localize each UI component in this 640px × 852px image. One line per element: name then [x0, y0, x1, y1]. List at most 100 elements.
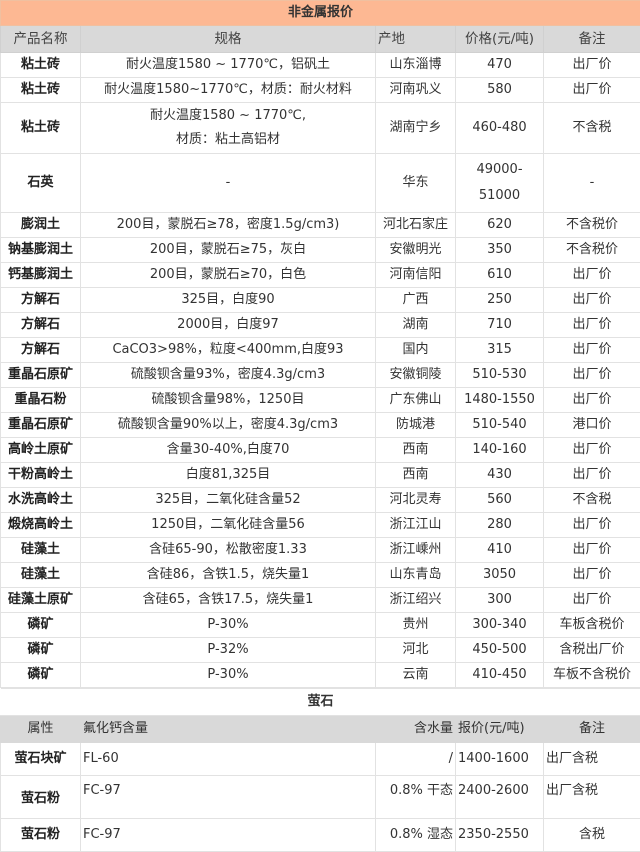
- product-name: 重晶石原矿: [1, 413, 81, 438]
- table-row: 石英-华东49000-51000-: [1, 154, 640, 213]
- price: 350: [456, 238, 544, 263]
- origin: 安徽铜陵: [376, 363, 456, 388]
- spec: 200目，蒙脱石≥75，灰白: [81, 238, 376, 263]
- nonmetal-price-table: 非金属报价 产品名称 规格 产地 价格(元/吨) 备注 粘土砖耐火温度1580 …: [0, 0, 640, 688]
- price: 580: [456, 78, 544, 103]
- spec: 含硅86，含铁1.5，烧失量1: [81, 563, 376, 588]
- table-row: 重晶石原矿硫酸钡含量90%以上，密度4.3g/cm3防城港510-540港口价: [1, 413, 640, 438]
- price: 450-500: [456, 638, 544, 663]
- product-name: 硅藻土: [1, 538, 81, 563]
- note: 出厂价: [544, 538, 640, 563]
- table-row: 重晶石原矿硫酸钡含量93%，密度4.3g/cm3安徽铜陵510-530出厂价: [1, 363, 640, 388]
- origin: 山东淄博: [376, 53, 456, 78]
- spec: 含硅65-90，松散密度1.33: [81, 538, 376, 563]
- spec: 含量30-40%,白度70: [81, 438, 376, 463]
- fluorite-header-row: 属性 氟化钙含量 含水量 报价(元/吨) 备注: [1, 716, 640, 743]
- table-row: 膨润土200目，蒙脱石≥78，密度1.5g/cm3)河北石家庄620不含税价: [1, 213, 640, 238]
- spec: CaCO3>98%，粒度<400mm,白度93: [81, 338, 376, 363]
- spec: 200目，蒙脱石≥78，密度1.5g/cm3): [81, 213, 376, 238]
- product-name: 钙基膨润土: [1, 263, 81, 288]
- origin: 山东青岛: [376, 563, 456, 588]
- origin: 国内: [376, 338, 456, 363]
- spec: P-30%: [81, 663, 376, 688]
- table-row: 磷矿P-30%贵州300-340车板含税价: [1, 613, 640, 638]
- table-row: 粘土砖耐火温度1580 ~ 1770℃,材质：粘土高铝材湖南宁乡460-480不…: [1, 103, 640, 154]
- table-title: 非金属报价: [1, 1, 640, 26]
- price: 510-530: [456, 363, 544, 388]
- table-row: 萤石粉FC-970.8% 干态2400-2600出厂含税: [1, 776, 640, 819]
- origin: 浙江江山: [376, 513, 456, 538]
- price: 460-480: [456, 103, 544, 154]
- price: 49000-51000: [456, 154, 544, 213]
- price: 315: [456, 338, 544, 363]
- product-name: 水洗高岭土: [1, 488, 81, 513]
- origin: 广东佛山: [376, 388, 456, 413]
- fluorite-header-water: 含水量: [376, 716, 456, 743]
- note: 出厂价: [544, 263, 640, 288]
- price: 470: [456, 53, 544, 78]
- water-content: /: [376, 743, 456, 776]
- note: 含税: [544, 819, 640, 852]
- note: 出厂价: [544, 463, 640, 488]
- fluorite-header-price: 报价(元/吨): [456, 716, 544, 743]
- product-name: 干粉高岭土: [1, 463, 81, 488]
- fluorite-title: 萤石: [1, 689, 640, 716]
- spec: P-32%: [81, 638, 376, 663]
- spec: 325目，白度90: [81, 288, 376, 313]
- spec: 耐火温度1580 ~ 1770℃,材质：粘土高铝材: [81, 103, 376, 154]
- table-title-row: 非金属报价: [1, 1, 640, 26]
- product-name: 膨润土: [1, 213, 81, 238]
- note: 出厂价: [544, 53, 640, 78]
- product-name: 磷矿: [1, 638, 81, 663]
- table-row: 萤石粉FC-970.8% 湿态2350-2550含税: [1, 819, 640, 852]
- note: 车板不含税价: [544, 663, 640, 688]
- product-name: 钠基膨润土: [1, 238, 81, 263]
- spec: 硫酸钡含量98%，1250目: [81, 388, 376, 413]
- product-name: 粘土砖: [1, 103, 81, 154]
- origin: 华东: [376, 154, 456, 213]
- product-name: 粘土砖: [1, 78, 81, 103]
- table-row: 硅藻土含硅65-90，松散密度1.33浙江嵊州410出厂价: [1, 538, 640, 563]
- table-row: 钙基膨润土200目，蒙脱石≥70，白色河南信阳610出厂价: [1, 263, 640, 288]
- fluorite-price-table: 萤石 属性 氟化钙含量 含水量 报价(元/吨) 备注 萤石块矿FL-60/140…: [0, 688, 640, 852]
- fluorite-title-row: 萤石: [1, 689, 640, 716]
- attribute-name: 萤石粉: [1, 776, 81, 819]
- price: 430: [456, 463, 544, 488]
- spec: 硫酸钡含量93%，密度4.3g/cm3: [81, 363, 376, 388]
- quote-price: 2400-2600: [456, 776, 544, 819]
- price-line: 51000: [458, 183, 541, 209]
- origin: 安徽明光: [376, 238, 456, 263]
- spec: 1250目，二氧化硅含量56: [81, 513, 376, 538]
- note: 出厂价: [544, 513, 640, 538]
- note: 港口价: [544, 413, 640, 438]
- price: 610: [456, 263, 544, 288]
- origin: 广西: [376, 288, 456, 313]
- note: -: [544, 154, 640, 213]
- origin: 西南: [376, 463, 456, 488]
- table-row: 水洗高岭土325目，二氧化硅含量52河北灵寿560不含税: [1, 488, 640, 513]
- table-row: 硅藻土含硅86，含铁1.5，烧失量1山东青岛3050出厂价: [1, 563, 640, 588]
- origin: 防城港: [376, 413, 456, 438]
- product-name: 方解石: [1, 338, 81, 363]
- product-name: 硅藻土原矿: [1, 588, 81, 613]
- nonmetal-rows: 粘土砖耐火温度1580 ~ 1770℃，铝矾土山东淄博470出厂价粘土砖耐火温度…: [1, 53, 640, 688]
- spec: 耐火温度1580~1770℃，材质：耐火材料: [81, 78, 376, 103]
- note: 不含税价: [544, 213, 640, 238]
- table-row: 干粉高岭土白度81,325目西南430出厂价: [1, 463, 640, 488]
- table-row: 粘土砖耐火温度1580 ~ 1770℃，铝矾土山东淄博470出厂价: [1, 53, 640, 78]
- table-row: 煅烧高岭土1250目，二氧化硅含量56浙江江山280出厂价: [1, 513, 640, 538]
- origin: 河北灵寿: [376, 488, 456, 513]
- product-name: 粘土砖: [1, 53, 81, 78]
- table-row: 磷矿P-30%云南410-450车板不含税价: [1, 663, 640, 688]
- caf2-content: FL-60: [81, 743, 376, 776]
- fluorite-rows: 萤石块矿FL-60/1400-1600出厂含税萤石粉FC-970.8% 干态24…: [1, 743, 640, 852]
- caf2-content: FC-97: [81, 819, 376, 852]
- price: 300-340: [456, 613, 544, 638]
- fluorite-header-attribute: 属性: [1, 716, 81, 743]
- price: 250: [456, 288, 544, 313]
- quote-price: 1400-1600: [456, 743, 544, 776]
- table-row: 方解石CaCO3>98%，粒度<400mm,白度93国内315出厂价: [1, 338, 640, 363]
- note: 出厂价: [544, 338, 640, 363]
- attribute-name: 萤石粉: [1, 819, 81, 852]
- header-origin: 产地: [376, 26, 456, 53]
